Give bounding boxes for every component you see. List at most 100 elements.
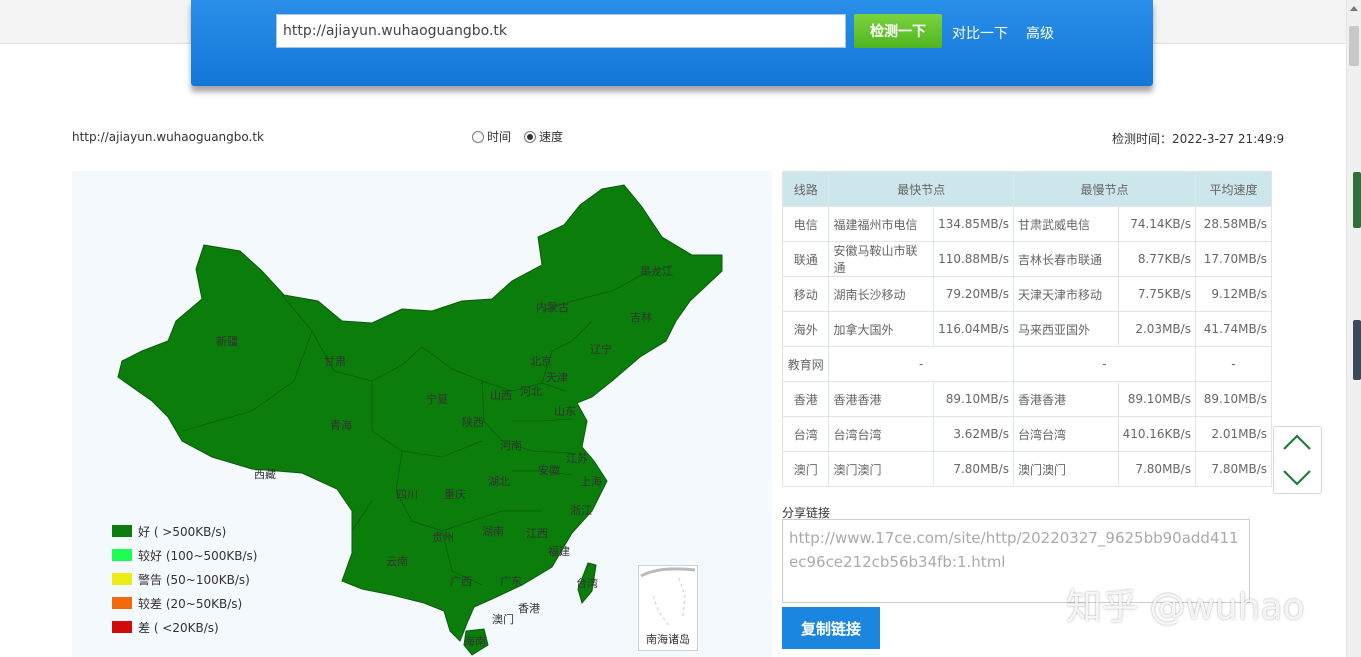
side-marker-green	[1353, 172, 1361, 228]
check-button[interactable]: 检测一下	[854, 14, 942, 48]
line-cell: 香港	[781, 381, 830, 417]
legend-swatch	[112, 549, 132, 561]
slow-speed-cell: 7.75KB/s	[1117, 276, 1196, 312]
scroll-up-icon[interactable]	[1350, 6, 1358, 11]
page-scroll-arrows	[1273, 426, 1322, 494]
legend-item: 差 ( <20KB/s)	[112, 615, 257, 639]
avg-speed-cell: 28.58MB/s	[1194, 206, 1273, 242]
province-label: 新疆	[216, 334, 238, 348]
zhihu-watermark: 知乎 @wuhao	[1066, 587, 1305, 628]
header-fastest: 最快节点	[828, 171, 1014, 207]
speed-results-table: 线路 最快节点 最慢节点 平均速度 电信 福建福州市电信 134.85MB/s …	[781, 171, 1273, 487]
avg-speed-cell: 89.10MB/s	[1194, 381, 1273, 417]
slow-node-cell: 吉林长春市联通	[1012, 241, 1119, 277]
avg-empty-cell: -	[1194, 346, 1273, 382]
province-label: 江苏	[566, 452, 588, 465]
province-label: 上海	[580, 474, 602, 488]
table-header-row: 线路 最快节点 最慢节点 平均速度	[781, 171, 1273, 207]
province-label: 北京	[530, 354, 552, 368]
line-cell: 电信	[781, 206, 830, 242]
line-cell: 联通	[781, 241, 830, 277]
fast-speed-cell: 110.88MB/s	[933, 241, 1014, 277]
legend-label: 好 ( >500KB/s)	[138, 524, 227, 539]
chevron-down-icon[interactable]	[1283, 470, 1311, 486]
avg-speed-cell: 17.70MB/s	[1194, 241, 1273, 277]
province-label: 山东	[554, 405, 576, 418]
south-china-sea-inset: 南海诸岛	[638, 565, 698, 651]
province-label: 澳门	[492, 612, 514, 626]
compare-link[interactable]: 对比一下	[952, 23, 1008, 43]
legend-label: 警告 (50~100KB/s)	[138, 572, 250, 587]
province-label: 黑龙江	[640, 265, 673, 278]
table-row: 移动 湖南长沙移动 79.20MB/s 天津天津市移动 7.75KB/s 9.1…	[781, 276, 1273, 312]
avg-speed-cell: 9.12MB/s	[1194, 276, 1273, 312]
province-label: 广西	[450, 575, 472, 588]
province-label: 陕西	[462, 415, 484, 429]
slow-speed-cell: 7.80MB/s	[1117, 451, 1196, 487]
check-time: 检测时间：2022-3-27 21:49:9	[1112, 132, 1285, 146]
mode-speed-option[interactable]: 速度	[524, 128, 563, 145]
table-row: 联通 安徽马鞍山市联通 110.88MB/s 吉林长春市联通 8.77KB/s …	[781, 241, 1273, 277]
line-cell: 海外	[781, 311, 830, 347]
province-label: 内蒙古	[536, 300, 569, 314]
province-label: 甘肃	[324, 355, 346, 368]
line-cell: 教育网	[781, 346, 830, 382]
line-cell: 澳门	[781, 451, 830, 487]
slow-node-cell: 马来西亚国外	[1012, 311, 1119, 347]
slow-speed-cell: 410.16KB/s	[1117, 416, 1196, 452]
legend-swatch	[112, 597, 132, 609]
time-radio[interactable]	[472, 130, 484, 143]
fast-speed-cell: 3.62MB/s	[933, 416, 1014, 452]
fast-node-cell: 香港香港	[828, 381, 935, 417]
header-line: 线路	[781, 171, 830, 207]
province-label: 浙江	[570, 504, 592, 517]
legend-swatch	[112, 573, 132, 585]
side-marker-dark	[1353, 320, 1361, 380]
province-label: 青海	[330, 418, 352, 432]
legend-item: 警告 (50~100KB/s)	[112, 567, 257, 591]
legend-label: 差 ( <20KB/s)	[138, 620, 219, 635]
avg-speed-cell: 2.01MB/s	[1194, 416, 1273, 452]
province-label: 海南	[464, 634, 486, 648]
slow-empty-cell: -	[1012, 346, 1196, 382]
chevron-up-icon[interactable]	[1283, 434, 1311, 450]
tested-url: http://ajiayun.wuhaoguangbo.tk	[72, 130, 264, 144]
province-label: 福建	[548, 544, 570, 558]
legend-swatch	[112, 525, 132, 537]
speed-legend: 好 ( >500KB/s) 较好 (100~500KB/s) 警告 (50~10…	[112, 519, 257, 639]
province-label: 天津	[546, 371, 568, 384]
china-speed-map: 新疆 甘肃 内蒙古 黑龙江 吉林 辽宁 北京 天津 河北 山西 宁夏 青海 陕西…	[72, 171, 772, 657]
legend-label: 较差 (20~50KB/s)	[138, 596, 243, 611]
url-input[interactable]: http://ajiayun.wuhaoguangbo.tk	[276, 14, 846, 48]
fast-node-cell: 安徽马鞍山市联通	[828, 241, 935, 277]
fast-speed-cell: 134.85MB/s	[933, 206, 1014, 242]
province-label: 吉林	[630, 310, 652, 324]
slow-speed-cell: 8.77KB/s	[1117, 241, 1196, 277]
table-row: 澳门 澳门澳门 7.80MB/s 澳门澳门 7.80MB/s 7.80MB/s	[781, 451, 1273, 487]
slow-speed-cell: 89.10MB/s	[1117, 381, 1196, 417]
arrows-svg	[1283, 434, 1311, 486]
slow-node-cell: 天津天津市移动	[1012, 276, 1119, 312]
advanced-link[interactable]: 高级	[1026, 23, 1054, 43]
province-label: 西藏	[254, 468, 276, 481]
copy-link-button[interactable]: 复制链接	[782, 607, 880, 649]
slow-speed-cell: 2.03MB/s	[1117, 311, 1196, 347]
province-label: 香港	[518, 602, 540, 615]
speed-radio[interactable]	[524, 130, 536, 143]
slow-node-cell: 澳门澳门	[1012, 451, 1119, 487]
scroll-thumb[interactable]	[1349, 26, 1359, 66]
province-label: 安徽	[538, 463, 560, 477]
province-label: 河南	[500, 439, 522, 452]
avg-speed-cell: 41.74MB/s	[1194, 311, 1273, 347]
table-row: 电信 福建福州市电信 134.85MB/s 甘肃武威电信 74.14KB/s 2…	[781, 206, 1273, 242]
legend-swatch	[112, 621, 132, 633]
legend-item: 较差 (20~50KB/s)	[112, 591, 257, 615]
province-label: 江西	[526, 527, 548, 540]
fast-node-cell: 台湾台湾	[828, 416, 935, 452]
table-row: 香港 香港香港 89.10MB/s 香港香港 89.10MB/s 89.10MB…	[781, 381, 1273, 417]
mode-speed-label: 速度	[539, 130, 564, 144]
fast-node-cell: 加拿大国外	[828, 311, 935, 347]
header-slowest: 最慢节点	[1012, 171, 1196, 207]
mode-time-option[interactable]: 时间	[472, 128, 511, 145]
table-row: 海外 加拿大国外 116.04MB/s 马来西亚国外 2.03MB/s 41.7…	[781, 311, 1273, 347]
